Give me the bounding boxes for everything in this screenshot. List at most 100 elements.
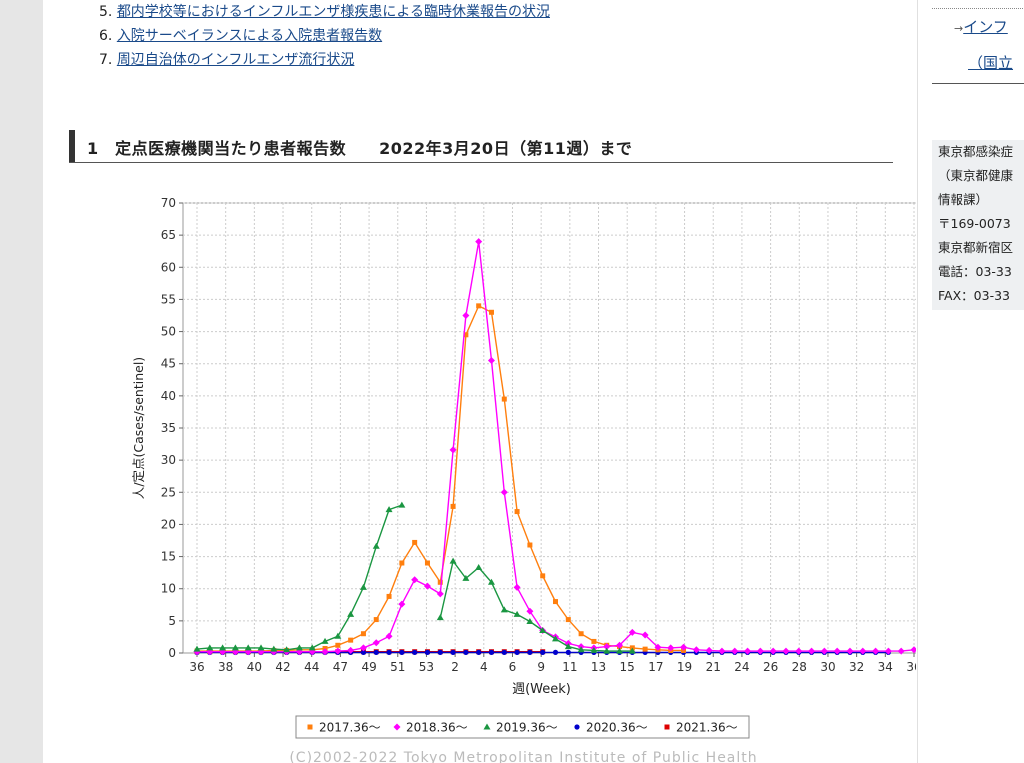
data-point — [574, 724, 580, 730]
section-heading: 1 定点医療機関当たり患者報告数 2022年3月20日（第11週）まで — [69, 130, 893, 163]
data-point — [386, 593, 392, 599]
data-point — [514, 509, 520, 515]
x-tick-label: 2 — [451, 660, 459, 674]
sidebar-divider — [932, 8, 1024, 9]
x-tick-label: 30 — [820, 660, 835, 674]
y-tick-label: 70 — [161, 196, 176, 210]
y-tick-label: 0 — [168, 646, 176, 660]
data-point — [450, 503, 456, 509]
data-point — [488, 649, 495, 655]
y-tick-label: 55 — [161, 292, 176, 306]
data-point — [476, 303, 482, 309]
data-point — [501, 649, 507, 655]
legend-label: 2018.36～ — [406, 721, 468, 735]
data-point — [424, 560, 430, 566]
data-point — [514, 649, 520, 655]
data-point — [373, 649, 379, 655]
data-point — [488, 309, 494, 315]
arrow-icon: → — [954, 22, 964, 35]
contact-line: 〒169-0073 — [938, 216, 1011, 231]
x-tick-label: 34 — [878, 660, 893, 674]
link-item-5: 5. 都内学校等におけるインフルエンザ様疾患による臨時休業報告の状況 — [99, 4, 550, 20]
y-tick-label: 35 — [161, 421, 176, 435]
contact-box: 東京都感染症 （東京都健康 情報課） 〒169-0073 東京都新宿区 電話：0… — [932, 140, 1024, 310]
y-tick-label: 15 — [161, 550, 176, 564]
x-tick-label: 53 — [419, 660, 434, 674]
sidebar-link-influenza[interactable]: →インフ — [954, 16, 1008, 37]
x-tick-label: 9 — [537, 660, 545, 674]
x-tick-label: 32 — [849, 660, 864, 674]
x-axis-title: 週(Week) — [512, 682, 571, 697]
data-point — [307, 724, 313, 730]
report-links: 5. 都内学校等におけるインフルエンザ様疾患による臨時休業報告の状況 6. 入院… — [99, 2, 550, 74]
main-content: 5. 都内学校等におけるインフルエンザ様疾患による臨時休業報告の状況 6. 入院… — [43, 0, 917, 763]
sidebar-rule — [932, 83, 1024, 84]
x-tick-label: 13 — [591, 660, 606, 674]
x-tick-label: 28 — [792, 660, 807, 674]
x-tick-label: 15 — [620, 660, 635, 674]
x-tick-label: 51 — [390, 660, 405, 674]
y-tick-label: 45 — [161, 357, 176, 371]
data-point — [565, 649, 571, 655]
sidebar-link-national[interactable]: （国立 — [968, 52, 1013, 73]
y-tick-label: 25 — [161, 485, 176, 499]
hospitalization-report-link[interactable]: 入院サーベイランスによる入院患者報告数 — [117, 28, 382, 44]
sidebar: →インフ （国立 東京都感染症 （東京都健康 情報課） 〒169-0073 東京… — [917, 0, 1024, 763]
data-point — [463, 649, 469, 655]
contact-line: （東京都健康 — [938, 168, 1014, 183]
copyright-text: (C)2002-2022 Tokyo Metropolitan Institut… — [289, 750, 757, 763]
y-tick-label: 10 — [161, 582, 176, 596]
data-point — [399, 649, 405, 655]
data-point — [642, 646, 648, 652]
data-point — [540, 573, 546, 579]
x-tick-label: 44 — [304, 660, 319, 674]
x-tick-label: 21 — [706, 660, 721, 674]
contact-line: 東京都新宿区 — [938, 240, 1014, 255]
x-tick-label: 47 — [333, 660, 348, 674]
data-point — [399, 560, 405, 566]
x-tick-label: 4 — [480, 660, 488, 674]
x-tick-label: 36 — [189, 660, 204, 674]
x-tick-label: 40 — [247, 660, 262, 674]
y-tick-label: 65 — [161, 228, 176, 242]
x-tick-label: 38 — [218, 660, 233, 674]
influenza-chart: 051015202530354045505560657036 38 40 42 44 47… — [131, 196, 916, 763]
data-point — [412, 539, 418, 545]
data-point — [476, 649, 482, 655]
neighboring-status-link[interactable]: 周辺自治体のインフルエンザ流行状況 — [117, 52, 355, 68]
data-point — [552, 649, 559, 655]
data-point — [348, 637, 354, 643]
y-axis-title: 人/定点(Cases/sentinel) — [131, 357, 146, 499]
data-point — [591, 638, 597, 644]
legend-label: 2021.36～ — [676, 721, 738, 735]
x-tick-label: 6 — [509, 660, 517, 674]
legend-label: 2017.36～ — [319, 721, 381, 735]
data-point — [664, 724, 670, 730]
y-tick-label: 5 — [168, 614, 176, 628]
section-title: 1 定点医療機関当たり患者報告数 2022年3月20日（第11週）まで — [87, 139, 633, 158]
data-point — [565, 617, 571, 623]
data-point — [424, 649, 431, 655]
data-point — [553, 599, 558, 605]
data-point — [527, 542, 533, 548]
data-point — [578, 631, 584, 637]
y-tick-label: 50 — [161, 325, 176, 339]
contact-line: FAX：03-33 — [938, 288, 1010, 303]
x-tick-label: 36 — [906, 660, 916, 674]
y-tick-label: 60 — [161, 260, 176, 274]
contact-line: 電話：03-33 — [938, 264, 1012, 279]
link-item-7: 7. 周辺自治体のインフルエンザ流行状況 — [99, 52, 355, 68]
x-tick-label: 49 — [361, 660, 376, 674]
data-point — [437, 649, 443, 655]
contact-line: 東京都感染症 — [938, 144, 1014, 159]
x-tick-label: 17 — [648, 660, 663, 674]
data-point — [450, 649, 456, 655]
data-point — [373, 617, 379, 623]
data-point — [386, 649, 392, 655]
data-point — [540, 649, 546, 655]
y-tick-label: 40 — [161, 389, 176, 403]
school-closure-report-link[interactable]: 都内学校等におけるインフルエンザ様疾患による臨時休業報告の状況 — [117, 4, 550, 20]
x-tick-label: 24 — [734, 660, 749, 674]
heading-bar — [69, 130, 75, 162]
legend-label: 2019.36～ — [496, 721, 558, 735]
